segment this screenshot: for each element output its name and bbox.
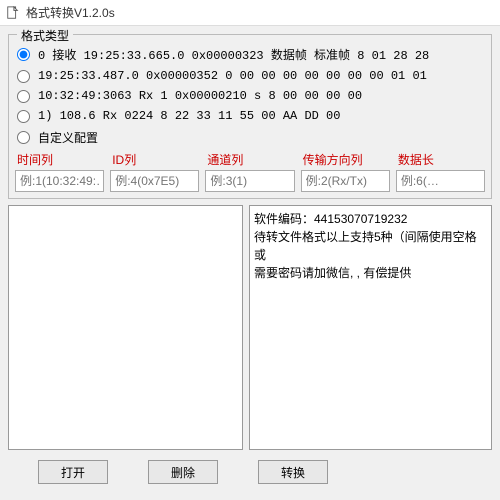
- info-box: 软件编码：44153070719232 待转文件格式以上支持5种（间隔使用空格或…: [249, 205, 492, 450]
- col-channel: 通道列: [205, 151, 294, 192]
- col-id-label: ID列: [110, 151, 199, 168]
- format-option-0[interactable]: 0 接收 19:25:33.665.0 0x00000323 数据帧 标准帧 8…: [15, 43, 485, 66]
- titlebar: 格式转换V1.2.0s: [0, 0, 500, 26]
- format-radio-2[interactable]: [17, 90, 30, 103]
- col-id-input[interactable]: [110, 170, 199, 192]
- format-option-2[interactable]: 10:32:49:3063 Rx 1 0x00000210 s 8 00 00 …: [15, 86, 485, 106]
- col-datalen-input[interactable]: [396, 170, 485, 192]
- col-direction: 传输方向列: [301, 151, 390, 192]
- window-title: 格式转换V1.2.0s: [26, 4, 115, 21]
- col-datalen-label: 数据长: [396, 151, 485, 168]
- format-radio-1[interactable]: [17, 70, 30, 83]
- col-channel-input[interactable]: [205, 170, 294, 192]
- app-icon: [6, 6, 20, 20]
- info-line-2: 待转文件格式以上支持5种（间隔使用空格或: [254, 228, 487, 264]
- col-time-label: 时间列: [15, 151, 104, 168]
- col-channel-label: 通道列: [205, 151, 294, 168]
- file-list-box[interactable]: [8, 205, 243, 450]
- col-time: 时间列: [15, 151, 104, 192]
- column-config-row: 时间列 ID列 通道列 传输方向列 数据长: [15, 151, 485, 192]
- format-option-3[interactable]: 1) 108.6 Rx 0224 8 22 33 11 55 00 AA DD …: [15, 106, 485, 126]
- format-option-1[interactable]: 19:25:33.487.0 0x00000352 0 00 00 00 00 …: [15, 66, 485, 86]
- delete-button[interactable]: 删除: [148, 460, 218, 484]
- open-button[interactable]: 打开: [38, 460, 108, 484]
- col-direction-input[interactable]: [301, 170, 390, 192]
- button-bar: 打开 删除 转换: [8, 456, 492, 492]
- col-direction-label: 传输方向列: [301, 151, 390, 168]
- content-area: 格式类型 0 接收 19:25:33.665.0 0x00000323 数据帧 …: [0, 26, 500, 500]
- group-legend: 格式类型: [17, 27, 73, 44]
- col-datalen: 数据长: [396, 151, 485, 192]
- col-time-input[interactable]: [15, 170, 104, 192]
- app-window: 格式转换V1.2.0s 格式类型 0 接收 19:25:33.665.0 0x0…: [0, 0, 500, 500]
- format-text-4: 自定义配置: [38, 129, 98, 146]
- format-text-2: 10:32:49:3063 Rx 1 0x00000210 s 8 00 00 …: [38, 89, 362, 103]
- info-line-3: 需要密码请加微信, , 有偿提供: [254, 264, 487, 282]
- format-text-1: 19:25:33.487.0 0x00000352 0 00 00 00 00 …: [38, 69, 427, 83]
- middle-panes: 软件编码：44153070719232 待转文件格式以上支持5种（间隔使用空格或…: [8, 205, 492, 450]
- format-radio-4[interactable]: [17, 131, 30, 144]
- format-option-4[interactable]: 自定义配置: [15, 126, 485, 149]
- format-radio-0[interactable]: [17, 48, 30, 61]
- info-line-1: 软件编码：44153070719232: [254, 210, 487, 228]
- col-id: ID列: [110, 151, 199, 192]
- format-text-0: 0 接收 19:25:33.665.0 0x00000323 数据帧 标准帧 8…: [38, 46, 429, 63]
- convert-button[interactable]: 转换: [258, 460, 328, 484]
- format-text-3: 1) 108.6 Rx 0224 8 22 33 11 55 00 AA DD …: [38, 109, 340, 123]
- format-type-group: 格式类型 0 接收 19:25:33.665.0 0x00000323 数据帧 …: [8, 34, 492, 199]
- format-radio-3[interactable]: [17, 110, 30, 123]
